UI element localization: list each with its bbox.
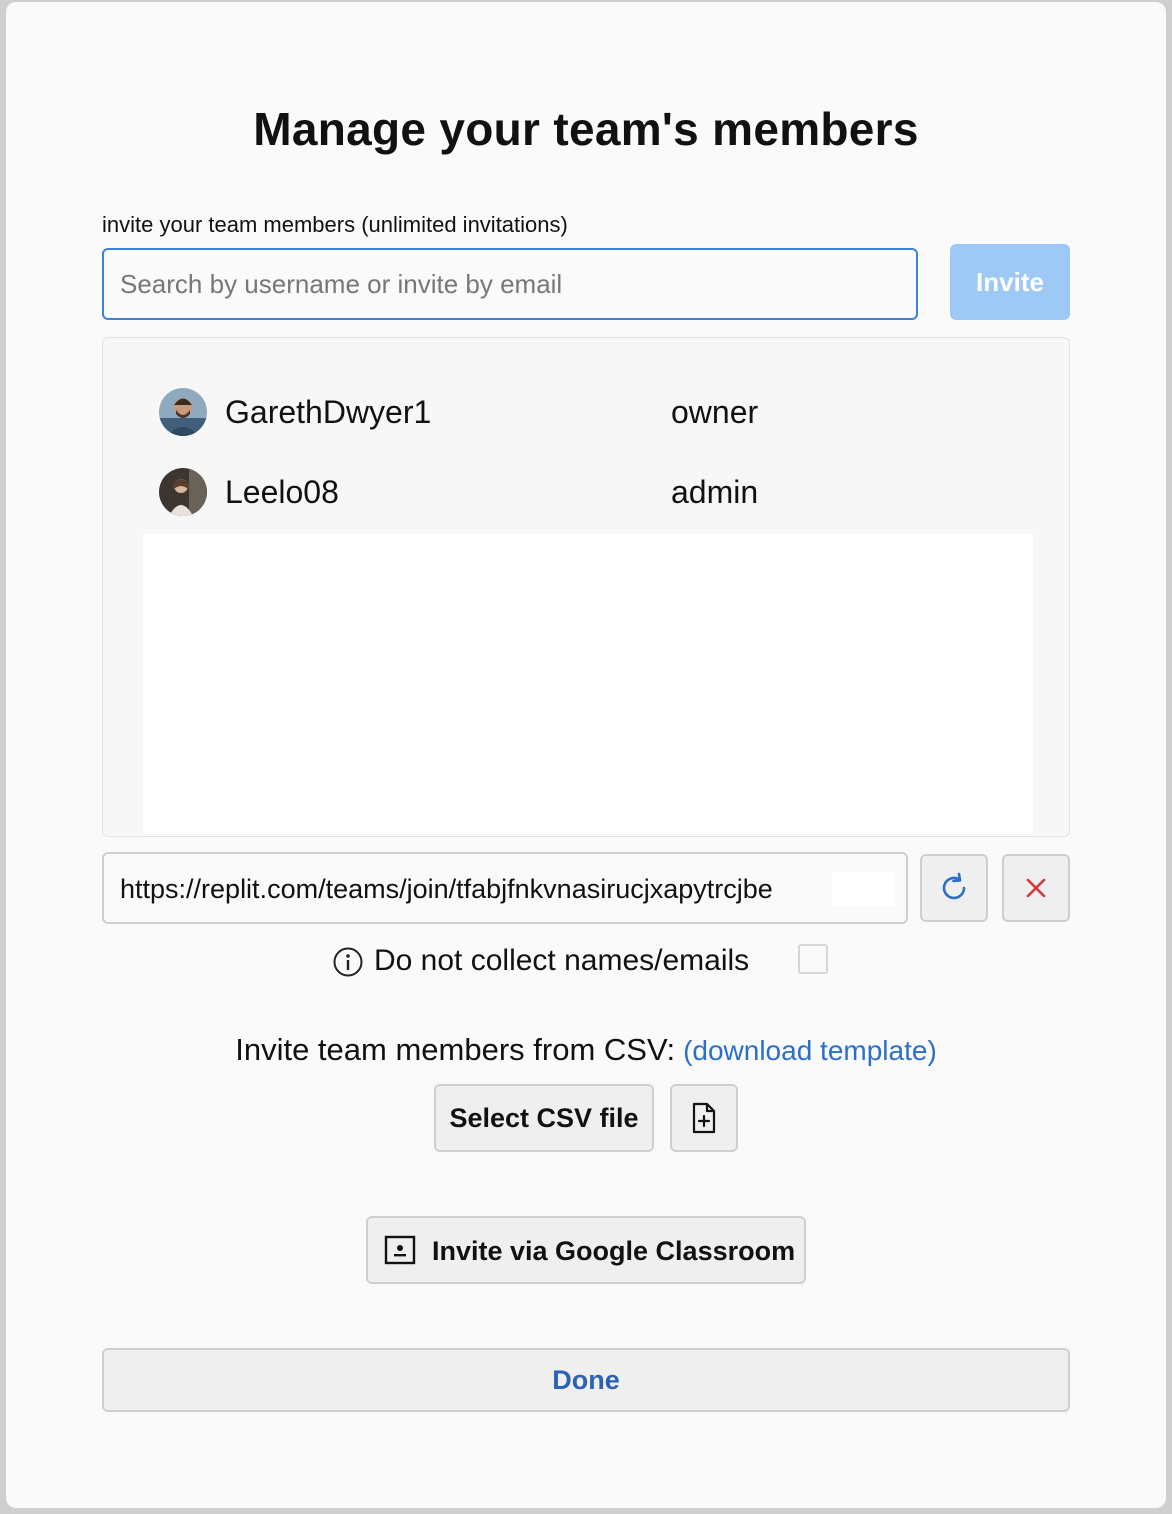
members-list: GarethDwyer1 owner Leelo08 admin (102, 337, 1070, 837)
close-icon (1026, 878, 1046, 898)
refresh-icon (942, 872, 966, 900)
avatar-photo-gareth (159, 388, 207, 436)
member-row[interactable]: GarethDwyer1 owner (159, 386, 1019, 438)
member-username: Leelo08 (225, 474, 339, 510)
csv-label: Invite team members from CSV: (235, 1032, 676, 1067)
member-role: owner (671, 394, 759, 430)
add-file-button[interactable] (670, 1084, 738, 1152)
join-link-field[interactable]: https://replit.com/teams/join/tfabjfnkvn… (102, 852, 908, 924)
invite-button[interactable]: Invite (950, 244, 1070, 320)
info-icon[interactable] (332, 946, 364, 978)
csv-invite-row: Invite team members from CSV: (download t… (6, 1032, 1166, 1068)
google-classroom-button[interactable]: Invite via Google Classroom (366, 1216, 806, 1284)
avatar (159, 468, 207, 516)
avatar-photo-leelo (159, 468, 207, 516)
modal-title: Manage your team's members (253, 103, 919, 155)
member-role: admin (671, 474, 759, 510)
invite-label: invite your team members (unlimited invi… (102, 212, 568, 237)
avatar (159, 388, 207, 436)
member-row[interactable]: Leelo08 admin (159, 466, 1019, 518)
join-link-url: https://replit.com/teams/join/tfabjfnkvn… (120, 874, 773, 904)
refresh-link-button[interactable] (920, 854, 988, 922)
delete-link-button[interactable] (1002, 854, 1070, 922)
privacy-label: Do not collect names/emails (374, 944, 750, 977)
manage-members-modal: Manage your team's members invite your t… (6, 2, 1166, 1508)
done-button[interactable]: Done (102, 1348, 1070, 1412)
classroom-label: Invite via Google Classroom (432, 1236, 796, 1266)
member-username: GarethDwyer1 (225, 394, 432, 430)
join-link-fade (832, 872, 894, 906)
google-classroom-icon (384, 1235, 416, 1265)
search-input[interactable] (102, 248, 918, 320)
no-collect-checkbox[interactable] (798, 944, 828, 974)
file-plus-icon (692, 1102, 716, 1134)
privacy-option: Do not collect names/emails (332, 942, 852, 986)
download-template-link[interactable]: (download template) (683, 1035, 937, 1066)
members-list-empty-area (143, 534, 1033, 834)
select-csv-button[interactable]: Select CSV file (434, 1084, 654, 1152)
